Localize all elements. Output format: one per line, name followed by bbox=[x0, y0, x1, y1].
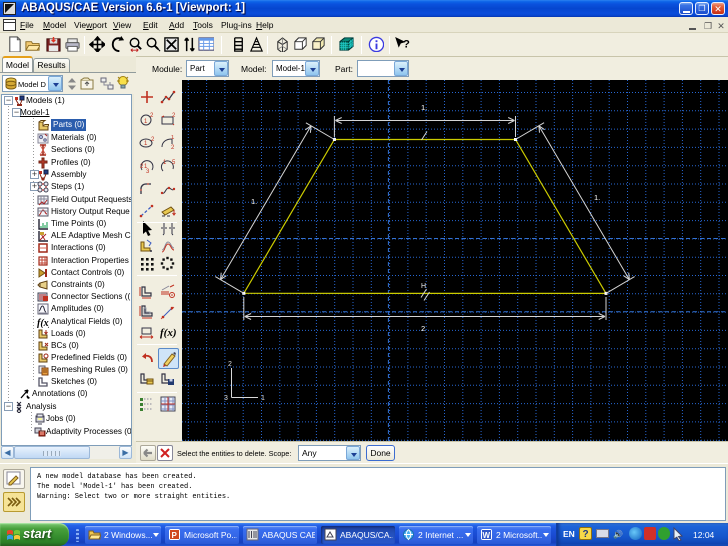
svg-text:2: 2 bbox=[150, 113, 154, 119]
svg-text:1.: 1. bbox=[251, 197, 257, 206]
svg-text:1.: 1. bbox=[594, 193, 600, 202]
svg-text:2: 2 bbox=[228, 361, 232, 368]
svg-text:1: 1 bbox=[144, 119, 148, 125]
svg-text:1.: 1. bbox=[421, 103, 427, 112]
svg-text:W: W bbox=[483, 531, 491, 540]
svg-text:?: ? bbox=[403, 38, 410, 50]
svg-text:5: 5 bbox=[172, 160, 176, 166]
svg-text:2: 2 bbox=[151, 137, 155, 143]
svg-text:1: 1 bbox=[171, 135, 175, 141]
svg-text:f(x): f(x) bbox=[37, 318, 49, 328]
svg-text:2: 2 bbox=[171, 145, 175, 151]
svg-text:2: 2 bbox=[421, 324, 425, 333]
svg-text:H: H bbox=[421, 283, 426, 290]
svg-text:f(x): f(x) bbox=[160, 327, 176, 339]
svg-text:1: 1 bbox=[144, 141, 148, 147]
svg-text:1: 1 bbox=[261, 395, 265, 402]
svg-text:P: P bbox=[172, 531, 178, 540]
svg-text:3: 3 bbox=[146, 169, 150, 174]
svg-text:2: 2 bbox=[172, 113, 176, 119]
svg-text:3: 3 bbox=[224, 395, 228, 402]
